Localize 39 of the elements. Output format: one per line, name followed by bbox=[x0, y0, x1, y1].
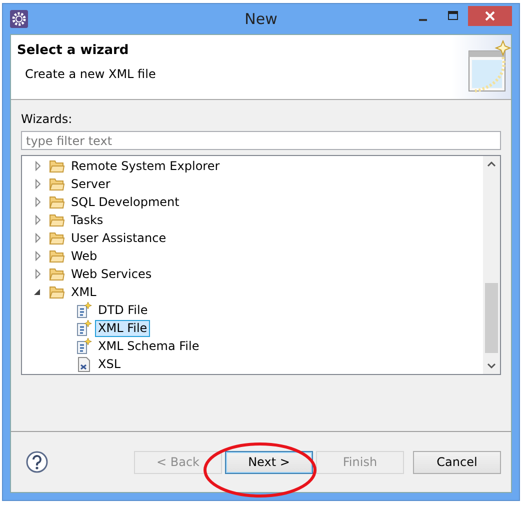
tree-item[interactable]: Server bbox=[68, 176, 114, 192]
folder-icon bbox=[49, 176, 65, 192]
new-file-icon bbox=[76, 338, 92, 354]
folder-icon bbox=[49, 158, 65, 174]
tree-item[interactable]: DTD File bbox=[95, 302, 151, 318]
minimize-icon bbox=[418, 19, 428, 21]
tree-item[interactable]: XML File bbox=[95, 320, 150, 336]
wizard-title: Select a wizard bbox=[17, 43, 130, 58]
help-icon[interactable] bbox=[26, 451, 48, 473]
tree-item[interactable]: XML Schema File bbox=[95, 338, 202, 354]
folder-icon bbox=[49, 284, 65, 300]
folder-icon bbox=[49, 248, 65, 264]
filter-field[interactable]: type filter text bbox=[21, 131, 501, 150]
folder-icon bbox=[49, 194, 65, 210]
tree-item[interactable]: Tasks bbox=[68, 212, 106, 228]
maximize-icon bbox=[448, 11, 458, 21]
tree-item[interactable]: User Assistance bbox=[68, 230, 170, 246]
tree-item[interactable]: Web Services bbox=[68, 266, 155, 282]
tree-item[interactable]: Web bbox=[68, 248, 100, 264]
new-file-icon bbox=[76, 302, 92, 318]
close-button[interactable] bbox=[468, 6, 512, 26]
stylesheet-file-icon bbox=[76, 356, 92, 372]
tree-item[interactable]: XSL bbox=[95, 356, 124, 372]
dialog-button[interactable]: Next > bbox=[225, 450, 313, 474]
wizards-label: Wizards: bbox=[21, 112, 74, 126]
gear-icon bbox=[9, 9, 29, 29]
scrollbar-thumb[interactable] bbox=[485, 283, 498, 353]
window-title: New bbox=[244, 10, 278, 28]
wizard-description: Create a new XML file bbox=[25, 67, 157, 81]
folder-icon bbox=[49, 266, 65, 282]
folder-icon bbox=[49, 230, 65, 246]
close-icon bbox=[485, 11, 495, 21]
folder-icon bbox=[49, 212, 65, 228]
dialog-button[interactable]: Cancel bbox=[413, 450, 501, 474]
tree-item[interactable]: XML bbox=[68, 284, 100, 300]
tree-item[interactable]: Remote System Explorer bbox=[68, 158, 223, 174]
new-file-icon bbox=[76, 320, 92, 336]
scrollbar[interactable] bbox=[483, 156, 500, 374]
tree-item[interactable]: SQL Development bbox=[68, 194, 182, 210]
